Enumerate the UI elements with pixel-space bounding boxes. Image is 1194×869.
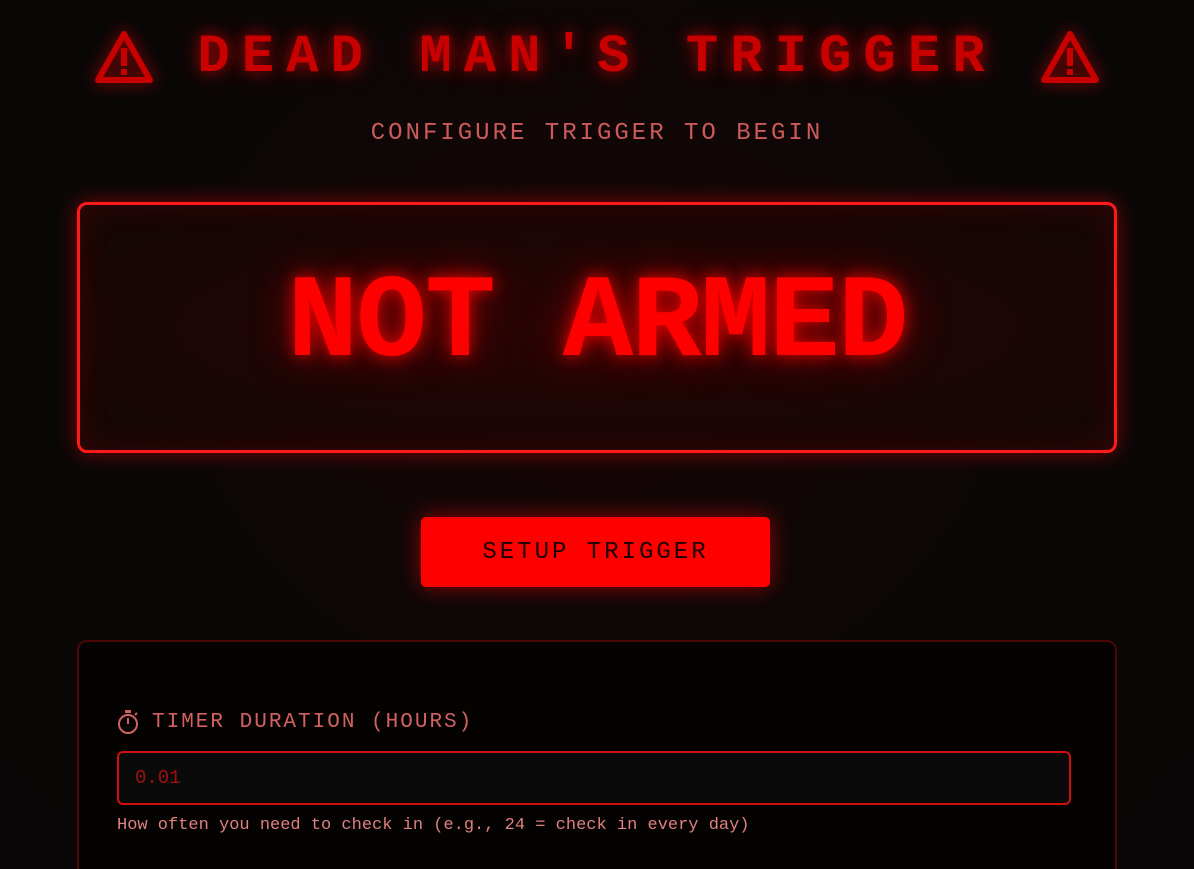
stopwatch-icon	[116, 709, 140, 735]
warning-icon	[95, 30, 154, 84]
timer-duration-input[interactable]	[117, 751, 1071, 805]
page-subtitle: CONFIGURE TRIGGER TO BEGIN	[370, 120, 824, 147]
page-title: DEAD MAN'S TRIGGER	[197, 26, 997, 88]
timer-help-text: How often you need to check in (e.g., 24…	[117, 816, 750, 835]
warning-icon	[1040, 30, 1099, 84]
timer-duration-label-text: TIMER DURATION (HOURS)	[152, 710, 474, 734]
timer-duration-label: TIMER DURATION (HOURS)	[116, 709, 473, 735]
header: DEAD MAN'S TRIGGER	[0, 22, 1194, 92]
setup-trigger-button[interactable]: SETUP TRIGGER	[421, 517, 770, 587]
status-panel: NOT ARMED	[77, 202, 1117, 453]
status-text: NOT ARMED	[287, 258, 908, 391]
